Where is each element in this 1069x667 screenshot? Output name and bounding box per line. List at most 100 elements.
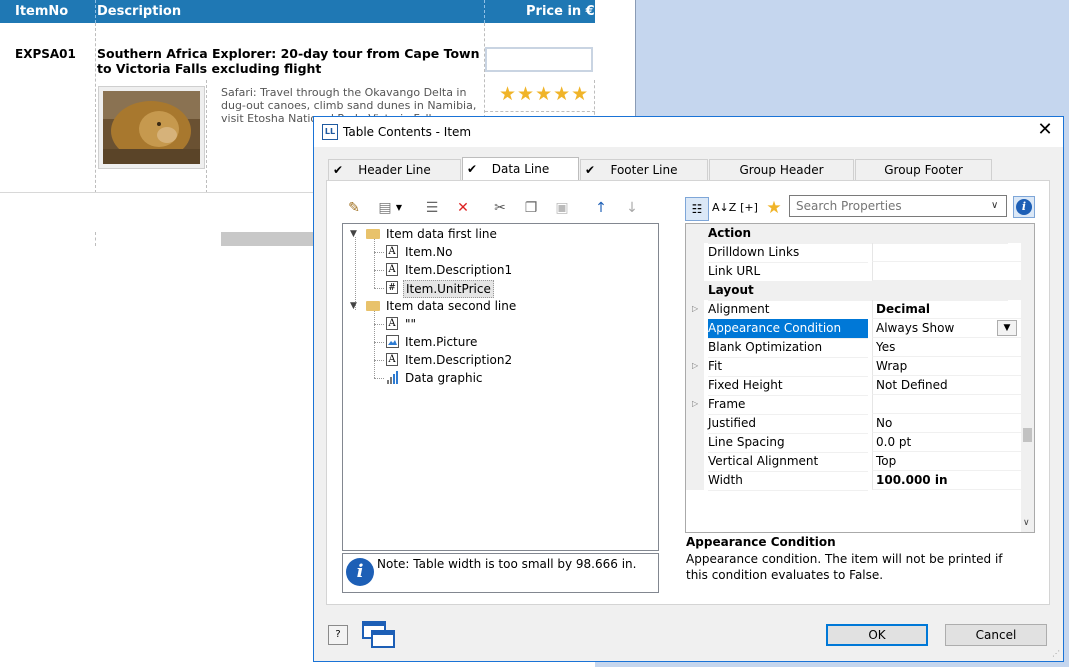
tree-item-label: Item.No <box>405 245 453 259</box>
row-item-title[interactable]: Southern Africa Explorer: 20-day tour fr… <box>97 46 483 76</box>
delete-icon[interactable]: ✕ <box>454 199 472 217</box>
property-row[interactable]: ▷ Frame <box>686 395 1021 415</box>
scroll-down-icon[interactable]: ∨ <box>1023 518 1030 528</box>
close-button[interactable]: ✕ <box>1032 119 1058 143</box>
tab-footer-line[interactable]: ✔ Footer Line <box>580 159 708 180</box>
property-row[interactable]: Link URL <box>686 262 1021 282</box>
wand-icon[interactable]: ✎ <box>345 199 363 217</box>
property-row[interactable]: Drilldown Links <box>686 243 1021 263</box>
property-value[interactable]: Not Defined <box>872 376 1021 395</box>
property-value[interactable]: 100.000 in <box>872 471 1021 490</box>
field-tree[interactable]: ▼ Item data first line A Item.No A Item.… <box>342 223 659 551</box>
property-row-selected[interactable]: Appearance Condition Always Show ▼ <box>686 319 1021 339</box>
tree-guide <box>374 288 384 289</box>
property-value[interactable] <box>872 243 1021 262</box>
property-row[interactable]: Fixed Height Not Defined <box>686 376 1021 396</box>
tree-group-first-line[interactable]: ▼ Item data first line <box>343 225 643 243</box>
tree-guide <box>374 342 384 343</box>
move-up-icon[interactable]: ↑ <box>592 199 610 217</box>
search-properties-input[interactable] <box>789 195 1007 217</box>
new-field-icon[interactable]: ▤ <box>376 199 394 217</box>
property-row[interactable]: Line Spacing 0.0 pt <box>686 433 1021 453</box>
tree-item[interactable]: Data graphic <box>343 369 643 387</box>
property-value[interactable] <box>872 262 1021 281</box>
copy-icon[interactable]: ❐ <box>522 199 540 217</box>
info-icon: i <box>1016 199 1032 215</box>
property-value[interactable]: 0.0 pt <box>872 433 1021 452</box>
windows-icon[interactable] <box>362 621 396 649</box>
tab-data-line[interactable]: ✔ Data Line <box>462 157 579 181</box>
tab-group-header[interactable]: Group Header <box>709 159 854 180</box>
property-group-action[interactable]: Action <box>686 224 1021 244</box>
vertical-scrollbar[interactable]: ∨ <box>1021 224 1034 532</box>
sort-az-icon[interactable]: A↓Z <box>712 197 736 219</box>
item-picture-frame[interactable] <box>98 86 205 169</box>
property-name: Alignment <box>708 300 868 320</box>
tree-item[interactable]: A "" <box>343 315 643 333</box>
expand-icon[interactable]: ▷ <box>692 300 698 318</box>
chevron-down-icon[interactable]: ▼ <box>394 199 404 217</box>
paste-icon[interactable]: ▣ <box>553 199 571 217</box>
property-value[interactable]: Wrap <box>872 357 1021 376</box>
favorites-star-icon[interactable]: ★ <box>763 197 785 219</box>
tree-group-label: Item data first line <box>386 227 497 241</box>
chevron-down-icon[interactable]: ∨ <box>991 200 998 211</box>
help-icon[interactable]: ? <box>328 625 348 645</box>
expand-icon[interactable]: ▷ <box>692 395 698 413</box>
property-value[interactable]: Top <box>872 452 1021 471</box>
tree-item[interactable]: A Item.Description1 <box>343 261 643 279</box>
property-value[interactable]: Decimal <box>872 300 1021 319</box>
move-down-icon[interactable]: ↓ <box>623 199 641 217</box>
tree-item[interactable]: Item.Picture <box>343 333 643 351</box>
categorized-view-icon[interactable]: ☷ <box>685 197 709 221</box>
tab-check-icon: ✔ <box>467 162 478 176</box>
resize-grip-icon[interactable]: ⋰ <box>1052 649 1060 658</box>
column-separator <box>484 0 485 23</box>
cancel-button[interactable]: Cancel <box>945 624 1047 646</box>
property-row[interactable]: ▷ Alignment Decimal <box>686 300 1021 320</box>
property-row[interactable]: Blank Optimization Yes <box>686 338 1021 358</box>
lion-photo <box>103 91 200 164</box>
tree-item[interactable]: A Item.Description2 <box>343 351 643 369</box>
property-row[interactable]: ▷ Fit Wrap <box>686 357 1021 377</box>
property-value[interactable] <box>872 395 1021 414</box>
grid-gutter <box>686 319 704 338</box>
property-group-layout[interactable]: Layout <box>686 281 1021 301</box>
property-value[interactable]: Yes <box>872 338 1021 357</box>
tree-group-second-line[interactable]: ▼ Item data second line <box>343 297 643 315</box>
property-row[interactable]: Justified No <box>686 414 1021 434</box>
property-row[interactable]: Vertical Alignment Top <box>686 452 1021 472</box>
column-header-price[interactable]: Price in € <box>526 4 595 19</box>
properties-icon[interactable]: ☰ <box>423 199 441 217</box>
app-icon: LL <box>322 124 338 140</box>
collapse-icon[interactable]: ▼ <box>350 225 359 243</box>
price-cell-selection[interactable] <box>485 47 593 72</box>
chevron-down-icon[interactable]: ▼ <box>997 320 1017 336</box>
scrollbar-thumb[interactable] <box>221 232 313 246</box>
property-name: Drilldown Links <box>708 243 868 263</box>
dialog-title: Table Contents - Item <box>343 125 472 139</box>
property-name: Width <box>708 471 868 491</box>
property-value[interactable]: No <box>872 414 1021 433</box>
column-header-itemno[interactable]: ItemNo <box>15 4 68 19</box>
info-button[interactable]: i <box>1013 196 1035 218</box>
tab-group-footer[interactable]: Group Footer <box>855 159 992 180</box>
column-header-description[interactable]: Description <box>97 4 181 19</box>
property-grid[interactable]: Action Drilldown Links Link URL Layout ▷… <box>685 223 1035 533</box>
note-text: Note: Table width is too small by 98.666… <box>377 557 637 571</box>
expand-all-icon[interactable]: [+] <box>738 197 760 219</box>
scrollbar-thumb[interactable] <box>1023 428 1032 442</box>
tree-item-selected[interactable]: # Item.UnitPrice <box>343 279 643 298</box>
text-field-icon: A <box>386 353 398 366</box>
row-item-no[interactable]: EXPSA01 <box>15 47 76 61</box>
cut-icon[interactable]: ✂ <box>491 199 509 217</box>
grid-gutter <box>686 224 704 243</box>
dialog-titlebar[interactable]: LL Table Contents - Item ✕ <box>314 117 1063 147</box>
tab-header-line[interactable]: ✔ Header Line <box>328 159 461 180</box>
ok-button[interactable]: OK <box>826 624 928 646</box>
collapse-icon[interactable]: ▼ <box>350 297 359 315</box>
tree-item[interactable]: A Item.No <box>343 243 643 261</box>
report-canvas-edge <box>635 0 636 120</box>
expand-icon[interactable]: ▷ <box>692 357 698 375</box>
property-row[interactable]: Width 100.000 in <box>686 471 1021 491</box>
